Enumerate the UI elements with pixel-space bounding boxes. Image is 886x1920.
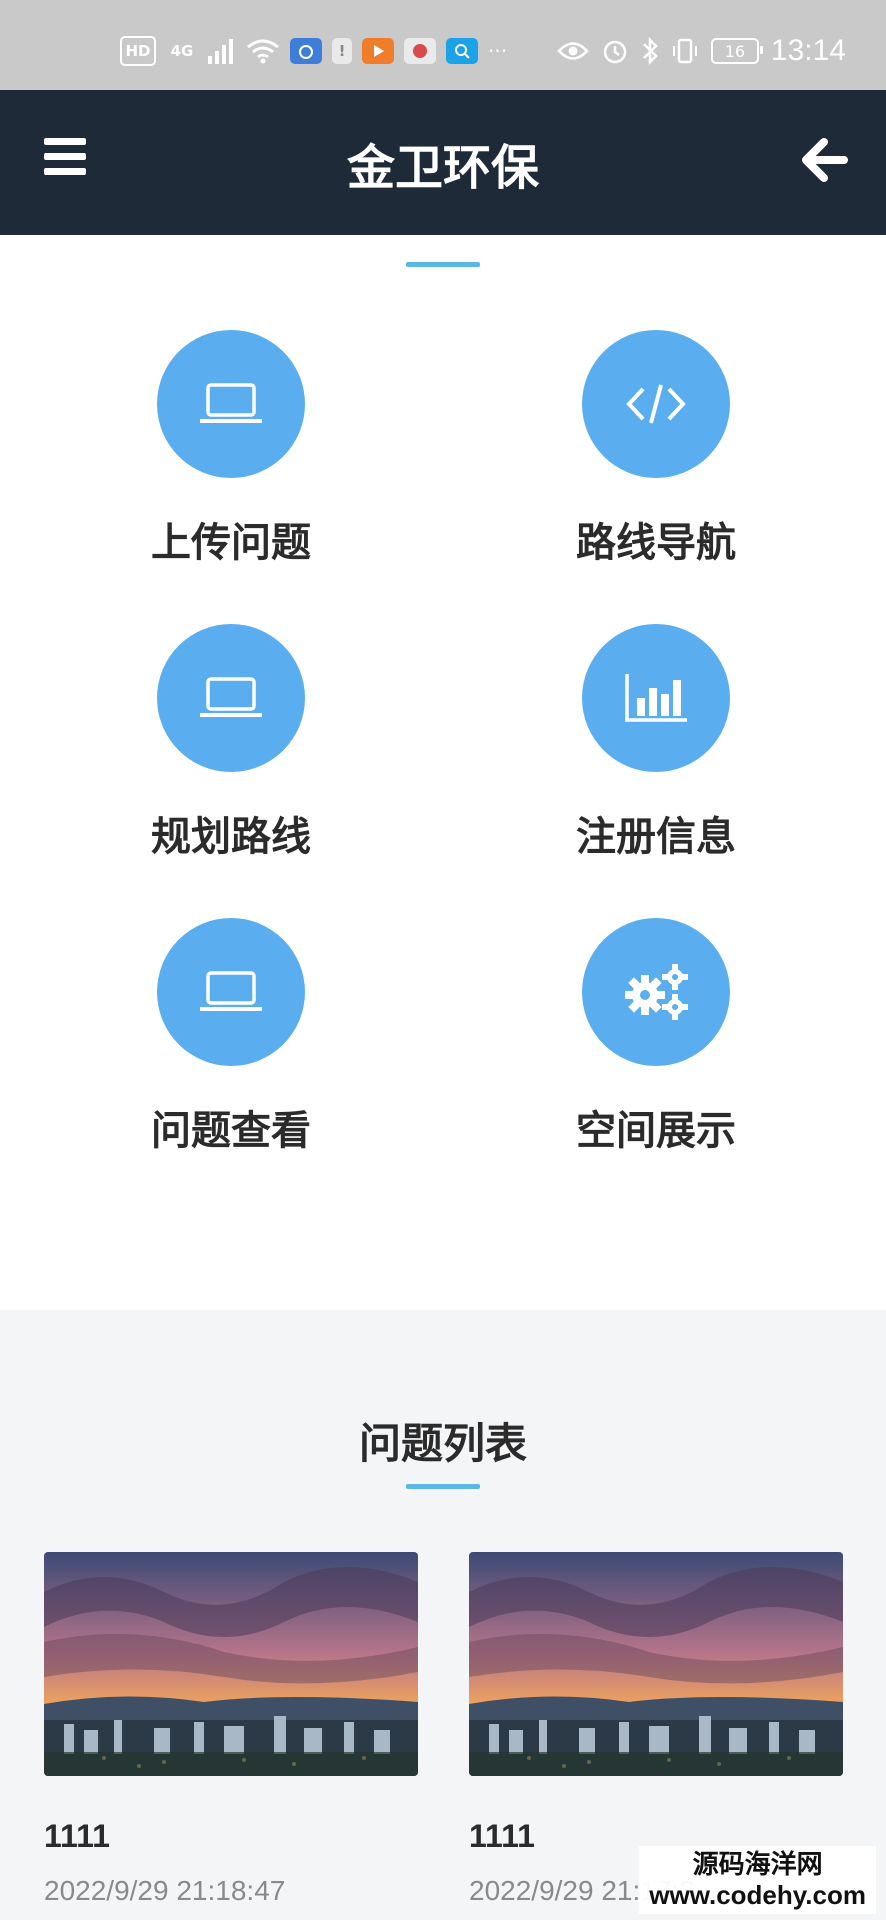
status-right: 16 13:14 bbox=[557, 34, 846, 68]
tile-label: 路线导航 bbox=[576, 520, 736, 566]
section-accent-bar bbox=[406, 1484, 480, 1489]
bar-chart-icon bbox=[625, 674, 687, 722]
section-title: 问题列表 bbox=[358, 1419, 527, 1468]
clock: 13:14 bbox=[770, 34, 846, 67]
problem-photo[interactable] bbox=[469, 1552, 843, 1776]
tile-label: 上传问题 bbox=[151, 520, 311, 566]
problem-list-section: 问题列表 1111 2022/9/29 21:18:47 1111 2022/9… bbox=[0, 1310, 886, 1920]
tile-icon-circle bbox=[582, 330, 730, 478]
tile-icon-circle bbox=[157, 624, 305, 772]
page-title: 金卫环保 bbox=[346, 140, 539, 196]
browser-app-icon bbox=[404, 38, 436, 64]
tile-icon-circle bbox=[582, 918, 730, 1066]
status-bar: HD 4G ! ··· 16 13:14 bbox=[0, 0, 886, 90]
tile-register-info[interactable]: 注册信息 bbox=[502, 624, 802, 864]
watermark: 源码海洋网 www.codehy.com bbox=[639, 1846, 876, 1914]
tile-icon-circle bbox=[157, 330, 305, 478]
back-arrow-icon[interactable] bbox=[802, 138, 848, 182]
battery-icon: 16 bbox=[710, 38, 763, 64]
problem-photo[interactable] bbox=[44, 1552, 418, 1776]
tile-icon-circle bbox=[157, 918, 305, 1066]
network-4g-label: 4G bbox=[170, 42, 194, 60]
tile-space-display[interactable]: 空间展示 bbox=[502, 918, 802, 1158]
signal-icon bbox=[208, 39, 233, 64]
bluetooth-icon bbox=[643, 37, 658, 65]
app-header: 金卫环保 bbox=[0, 90, 886, 235]
tile-upload-issue[interactable]: 上传问题 bbox=[77, 330, 377, 570]
tile-route-navigation[interactable]: 路线导航 bbox=[502, 330, 802, 570]
tile-label: 规划路线 bbox=[151, 814, 311, 860]
problem-card[interactable]: 1111 2022/9/29 21:18:47 bbox=[44, 1552, 418, 1907]
hd-badge: HD bbox=[120, 36, 156, 66]
tile-label: 问题查看 bbox=[151, 1108, 311, 1154]
laptop-icon bbox=[200, 383, 262, 423]
tile-plan-route[interactable]: 规划路线 bbox=[77, 624, 377, 864]
watermark-url: www.codehy.com bbox=[649, 1880, 866, 1910]
search-app-icon bbox=[446, 38, 478, 64]
vibrate-icon bbox=[672, 38, 697, 64]
problem-date: 2022/9/29 21:18:47 bbox=[44, 1875, 286, 1906]
alarm-icon bbox=[603, 40, 627, 64]
top-accent-bar bbox=[406, 262, 480, 267]
gears-icon bbox=[625, 964, 688, 1020]
laptop-icon bbox=[200, 971, 262, 1011]
wifi-icon bbox=[247, 39, 279, 64]
tile-label: 注册信息 bbox=[576, 814, 736, 860]
battery-level: 16 bbox=[724, 41, 746, 61]
tile-icon-circle bbox=[582, 624, 730, 772]
alert-notification-icon: ! bbox=[332, 38, 352, 64]
eye-icon bbox=[557, 42, 589, 60]
tile-label: 空间展示 bbox=[576, 1108, 736, 1154]
problem-title: 1111 bbox=[44, 1818, 110, 1854]
more-notifications-icon: ··· bbox=[488, 39, 508, 63]
watermark-text: 源码海洋网 bbox=[692, 1850, 823, 1880]
code-icon bbox=[626, 384, 686, 424]
laptop-icon bbox=[200, 677, 262, 717]
status-left: HD 4G ! ··· bbox=[120, 36, 507, 66]
video-app-icon bbox=[362, 38, 394, 64]
app-notification-icon bbox=[290, 38, 322, 64]
tile-view-issues[interactable]: 问题查看 bbox=[77, 918, 377, 1158]
